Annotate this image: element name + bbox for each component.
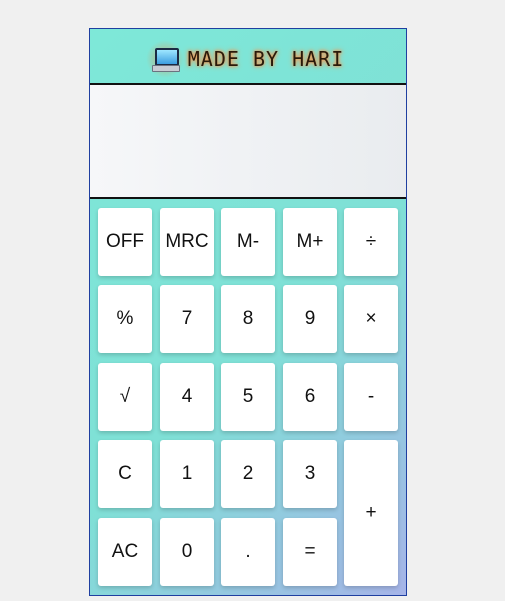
memory-recall-button[interactable]: MRC [160, 208, 214, 276]
memory-plus-button[interactable]: M+ [283, 208, 337, 276]
square-root-button[interactable]: √ [98, 363, 152, 431]
memory-minus-button[interactable]: M- [221, 208, 275, 276]
digit-3-button[interactable]: 3 [283, 440, 337, 508]
calculator-display [90, 85, 406, 199]
multiply-button[interactable]: × [344, 285, 398, 353]
digit-8-button[interactable]: 8 [221, 285, 275, 353]
digit-7-button[interactable]: 7 [160, 285, 214, 353]
decimal-button[interactable]: . [221, 518, 275, 586]
digit-4-button[interactable]: 4 [160, 363, 214, 431]
keypad: OFF MRC M- M+ ÷ % 7 8 9 × √ 4 5 6 - C 1 … [90, 201, 406, 595]
computer-icon [145, 40, 184, 78]
digit-0-button[interactable]: 0 [160, 518, 214, 586]
divide-button[interactable]: ÷ [344, 208, 398, 276]
digit-6-button[interactable]: 6 [283, 363, 337, 431]
digit-2-button[interactable]: 2 [221, 440, 275, 508]
plus-button[interactable]: + [344, 440, 398, 586]
clear-button[interactable]: C [98, 440, 152, 508]
all-clear-button[interactable]: AC [98, 518, 152, 586]
minus-button[interactable]: - [344, 363, 398, 431]
calculator-header: MADE BY HARI [90, 29, 406, 85]
digit-5-button[interactable]: 5 [221, 363, 275, 431]
equals-button[interactable]: = [283, 518, 337, 586]
calculator: MADE BY HARI OFF MRC M- M+ ÷ % 7 8 9 × √… [89, 28, 407, 596]
header-content: MADE BY HARI [145, 40, 345, 78]
digit-1-button[interactable]: 1 [160, 440, 214, 508]
header-title: MADE BY HARI [187, 47, 345, 71]
off-button[interactable]: OFF [98, 208, 152, 276]
digit-9-button[interactable]: 9 [283, 285, 337, 353]
percent-button[interactable]: % [98, 285, 152, 353]
